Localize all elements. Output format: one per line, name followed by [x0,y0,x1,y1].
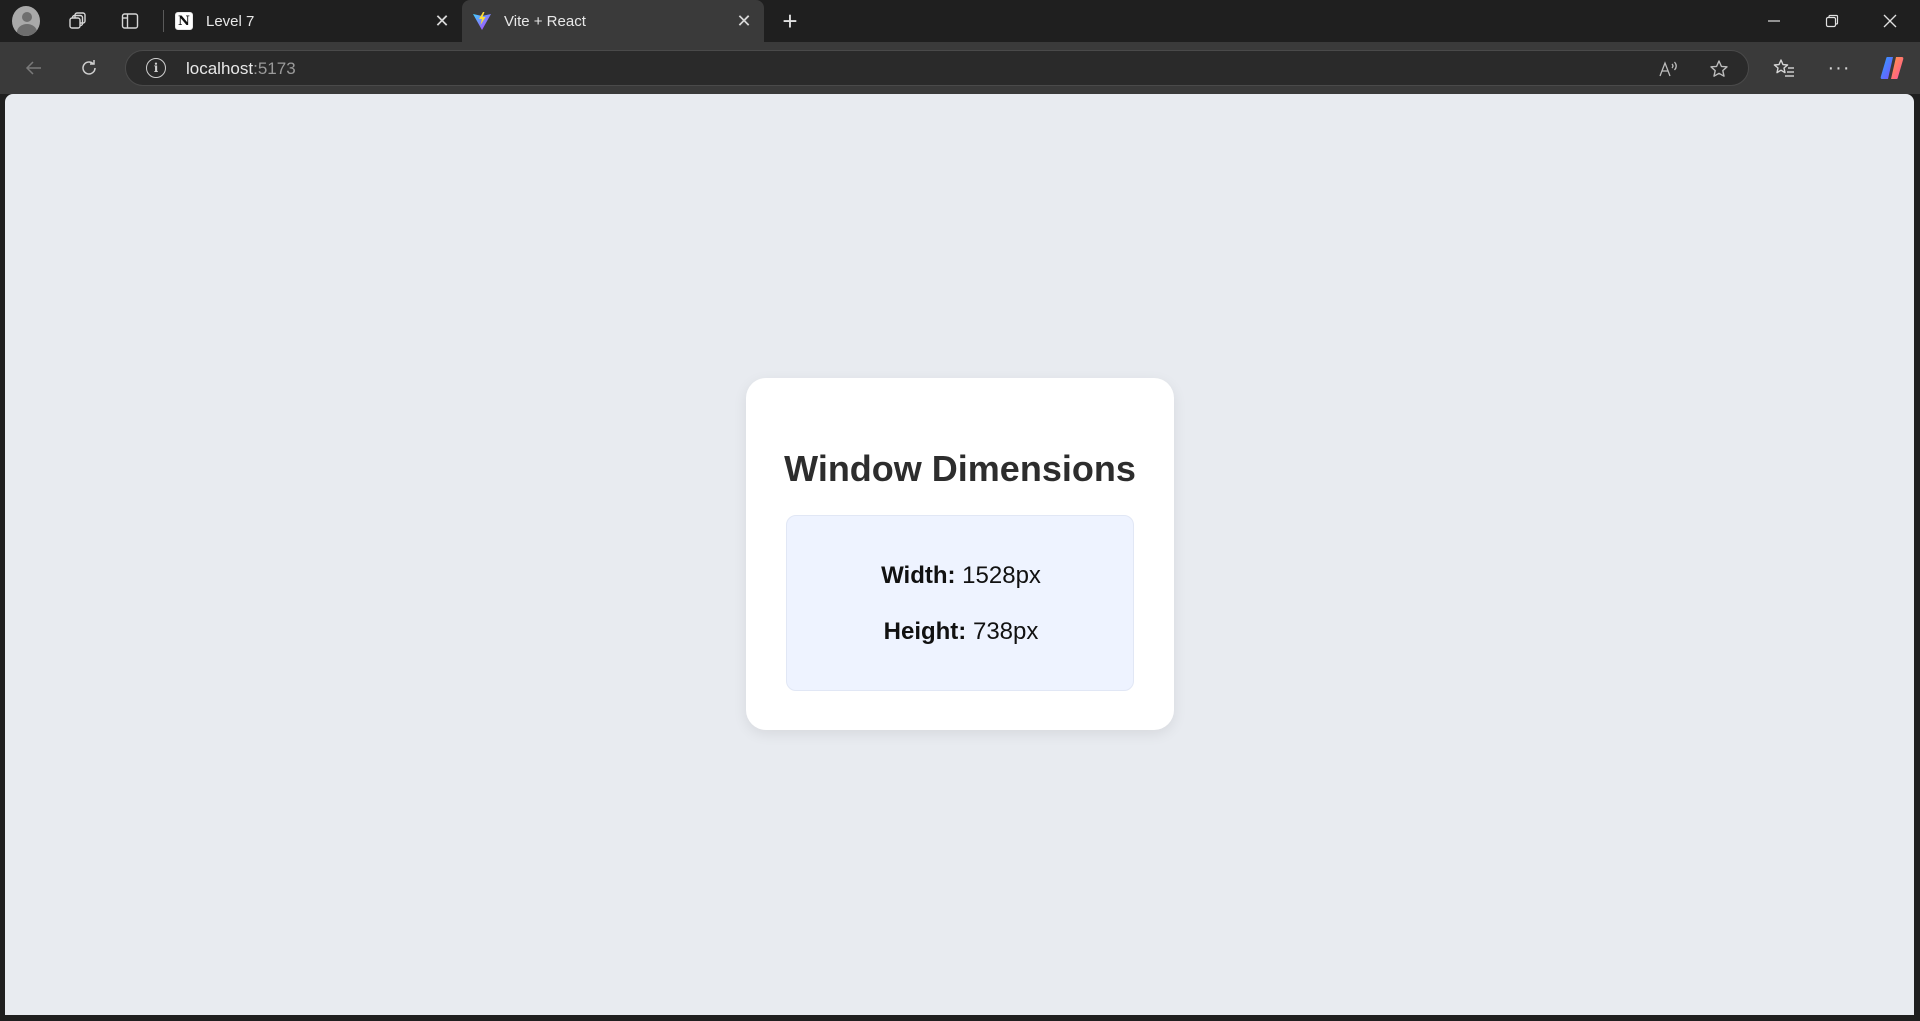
workspaces-icon[interactable] [64,7,92,35]
new-tab-plus-icon[interactable]: + [775,6,805,36]
page-title: Window Dimensions [784,448,1136,489]
width-row: Width: 1528px [787,562,1135,590]
height-value: 738px [972,618,1039,645]
browser-toolbar: i localhost:5173 ··· [0,42,1920,94]
address-bar[interactable]: i localhost:5173 [125,50,1749,86]
close-window-icon[interactable] [1862,0,1918,42]
url-host: localhost [186,59,254,78]
more-options-icon[interactable]: ··· [1823,52,1855,84]
vite-icon [472,11,492,31]
notion-icon: N [174,11,194,31]
tab-label: Vite + React [504,12,586,30]
dimensions-box: Width: 1528px Height: 738px [786,515,1134,691]
reload-icon[interactable] [73,52,105,84]
favorites-list-icon[interactable] [1768,52,1800,84]
restore-window-icon[interactable] [1804,0,1860,42]
copilot-icon[interactable] [1876,52,1908,84]
read-aloud-icon[interactable] [1656,56,1682,82]
address-url[interactable]: localhost:5173 [186,59,296,79]
close-tab-icon[interactable]: ✕ [730,7,758,35]
url-port: :5173 [253,59,296,78]
tab-vite-react[interactable]: Vite + React ✕ [462,0,764,42]
back-arrow-icon[interactable] [18,52,50,84]
tab-level-7[interactable]: N Level 7 ✕ [164,0,462,42]
height-row: Height: 738px [787,618,1135,646]
minimize-window-icon[interactable] [1746,0,1802,42]
width-value: 1528px [962,562,1041,589]
height-label: Height: [883,618,967,645]
profile-avatar-icon[interactable] [12,6,40,36]
window-dimensions-card: Window Dimensions Width: 1528px Height: … [746,378,1174,730]
vertical-tabs-icon[interactable] [116,7,144,35]
add-favorite-star-icon[interactable] [1706,56,1732,82]
tab-label: Level 7 [206,12,255,30]
site-info-icon[interactable]: i [146,58,166,78]
browser-tab-bar: N Level 7 ✕ Vite + React ✕ + [0,0,1920,42]
close-tab-icon[interactable]: ✕ [428,7,456,35]
page-viewport: Window Dimensions Width: 1528px Height: … [5,94,1914,1015]
width-label: Width: [881,562,956,589]
